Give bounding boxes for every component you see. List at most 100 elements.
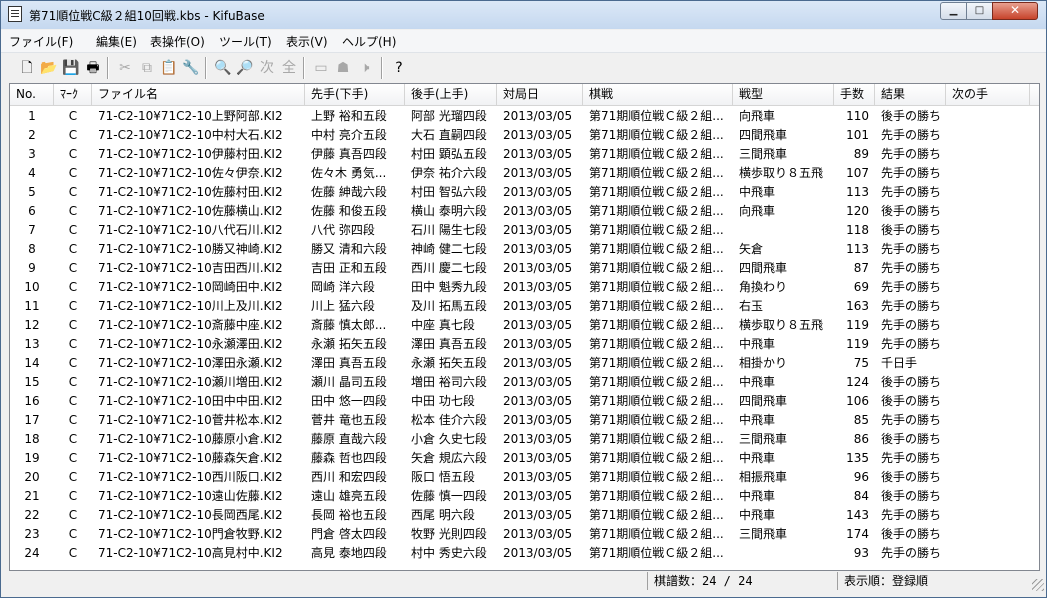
table-row[interactable]: 11 C 71-C2-10¥71C2-10川上及川.KI2 川上 猛六段 及川 拓馬五段… bbox=[10, 297, 1039, 316]
table-row[interactable]: 24 C 71-C2-10¥71C2-10高見村中.KI2 高見 泰地四段 村中 秀史六… bbox=[10, 544, 1039, 563]
copy-icon[interactable]: ⧉ bbox=[136, 57, 158, 79]
header-col-next-move[interactable]: 次の手 bbox=[946, 84, 1030, 105]
cell-mark: C bbox=[68, 356, 78, 370]
header-col-result[interactable]: 結果 bbox=[875, 84, 946, 105]
table-row[interactable]: 20 C 71-C2-10¥71C2-10西川阪口.KI2 西川 和宏四段 阪口 悟五段… bbox=[10, 468, 1039, 487]
save-icon[interactable]: 💾 bbox=[60, 57, 82, 79]
cell-sente: 澤田 真吾五段 bbox=[311, 356, 387, 370]
cell-moves: 85 bbox=[853, 413, 869, 427]
table-row[interactable]: 6 C 71-C2-10¥71C2-10佐藤横山.KI2 佐藤 和俊五段 横山 泰明六段… bbox=[10, 202, 1039, 221]
header-col-event[interactable]: 棋戦 bbox=[583, 84, 733, 105]
paste-icon[interactable]: 📋 bbox=[158, 57, 180, 79]
cell-sente: 門倉 啓太四段 bbox=[311, 527, 387, 541]
sound-icon[interactable]: 🕨 bbox=[354, 57, 376, 79]
cell-moves: 120 bbox=[846, 204, 869, 218]
menu-view[interactable]: 表示(V) bbox=[286, 33, 328, 50]
header-col-date[interactable]: 対局日 bbox=[497, 84, 583, 105]
table-row[interactable]: 18 C 71-C2-10¥71C2-10藤原小倉.KI2 藤原 直哉六段 小倉 久史七… bbox=[10, 430, 1039, 449]
open-folder-icon[interactable]: 📂 bbox=[38, 57, 60, 79]
cell-gote: 牧野 光則四段 bbox=[411, 527, 487, 541]
header-col-mark[interactable]: ﾏｰｸ bbox=[54, 84, 92, 105]
cut-icon[interactable]: ✂ bbox=[114, 57, 136, 79]
cell-mark: C bbox=[68, 432, 78, 446]
table-row[interactable]: 13 C 71-C2-10¥71C2-10永瀬澤田.KI2 永瀬 拓矢五段 澤田 真吾五… bbox=[10, 335, 1039, 354]
cell-strategy: 中飛車 bbox=[739, 337, 776, 351]
cell-moves: 96 bbox=[853, 470, 869, 484]
cell-sente: 佐々木 勇気... bbox=[311, 166, 387, 180]
find-next-icon[interactable]: 次 bbox=[256, 57, 278, 79]
table-row[interactable]: 19 C 71-C2-10¥71C2-10藤森矢倉.KI2 藤森 哲也四段 矢倉 規広六… bbox=[10, 449, 1039, 468]
cell-result: 先手の勝ち bbox=[881, 261, 942, 275]
cell-date: 2013/03/05 bbox=[503, 318, 573, 332]
menu-help[interactable]: ヘルプ(H) bbox=[342, 33, 396, 50]
cell-strategy: 中飛車 bbox=[739, 451, 776, 465]
cell-result: 先手の勝ち bbox=[881, 546, 942, 560]
cell-event: 第71期順位戦Ｃ級２組... bbox=[589, 470, 724, 484]
table-row[interactable]: 9 C 71-C2-10¥71C2-10吉田西川.KI2 吉田 正和五段 西川 慶二七段… bbox=[10, 259, 1039, 278]
cell-result: 後手の勝ち bbox=[881, 432, 942, 446]
cell-moves: 174 bbox=[846, 527, 869, 541]
menu-tools[interactable]: ツール(T) bbox=[219, 33, 272, 50]
table-row[interactable]: 21 C 71-C2-10¥71C2-10遠山佐藤.KI2 遠山 雄亮五段 佐藤 慎一四… bbox=[10, 487, 1039, 506]
cell-event: 第71期順位戦Ｃ級２組... bbox=[589, 318, 724, 332]
menu-file[interactable]: ファイル(F) bbox=[9, 33, 73, 50]
cell-mark: C bbox=[68, 299, 78, 313]
print-icon[interactable]: 🖶 bbox=[82, 57, 104, 79]
table-row[interactable]: 16 C 71-C2-10¥71C2-10田中中田.KI2 田中 悠一四段 中田 功七段… bbox=[10, 392, 1039, 411]
close-button[interactable]: ✕ bbox=[992, 2, 1038, 20]
table-row[interactable]: 17 C 71-C2-10¥71C2-10菅井松本.KI2 菅井 竜也五段 松本 佳介六… bbox=[10, 411, 1039, 430]
table-row[interactable]: 4 C 71-C2-10¥71C2-10佐々伊奈.KI2 佐々木 勇気... 伊奈 祐介… bbox=[10, 164, 1039, 183]
cell-no: 7 bbox=[28, 223, 36, 237]
table-row[interactable]: 2 C 71-C2-10¥71C2-10中村大石.KI2 中村 亮介五段 大石 直嗣四段… bbox=[10, 126, 1039, 145]
cell-event: 第71期順位戦Ｃ級２組... bbox=[589, 432, 724, 446]
new-file-icon[interactable]: 🗋 bbox=[16, 57, 38, 79]
cell-event: 第71期順位戦Ｃ級２組... bbox=[589, 451, 724, 465]
board-icon[interactable]: ▭ bbox=[310, 57, 332, 79]
table-row[interactable]: 7 C 71-C2-10¥71C2-10八代石川.KI2 八代 弥四段 石川 陽生七段 2… bbox=[10, 221, 1039, 240]
table-row[interactable]: 8 C 71-C2-10¥71C2-10勝又神崎.KI2 勝又 清和六段 神崎 健二七段… bbox=[10, 240, 1039, 259]
table-row[interactable]: 10 C 71-C2-10¥71C2-10岡崎田中.KI2 岡崎 洋六段 田中 魁秀九段… bbox=[10, 278, 1039, 297]
piece-icon[interactable]: ☗ bbox=[332, 57, 354, 79]
cell-result: 千日手 bbox=[881, 356, 918, 370]
select-all-icon[interactable]: 全 bbox=[278, 57, 300, 79]
cell-filename: 71-C2-10¥71C2-10西川阪口.KI2 bbox=[98, 470, 283, 484]
maximize-button[interactable]: □ bbox=[966, 2, 993, 20]
cell-gote: 村中 秀史六段 bbox=[411, 546, 487, 560]
minimize-button[interactable]: ▁ bbox=[940, 2, 967, 20]
title-bar[interactable]: 第71順位戦C級２組10回戦.kbs - KifuBase ▁ □ ✕ bbox=[1, 1, 1046, 29]
table-row[interactable]: 5 C 71-C2-10¥71C2-10佐藤村田.KI2 佐藤 紳哉六段 村田 智弘六段… bbox=[10, 183, 1039, 202]
table-row[interactable]: 15 C 71-C2-10¥71C2-10瀬川増田.KI2 瀬川 晶司五段 増田 裕司六… bbox=[10, 373, 1039, 392]
cell-gote: 中座 真七段 bbox=[411, 318, 475, 332]
header-col-gote[interactable]: 後手(上手) bbox=[405, 84, 497, 105]
record-list[interactable]: No. ﾏｰｸ ファイル名 先手(下手) 後手(上手) 対局日 棋戦 戦型 手数 結果 次の手 1 C… bbox=[9, 83, 1040, 571]
cell-moves: 89 bbox=[853, 147, 869, 161]
header-col-strategy[interactable]: 戦型 bbox=[733, 84, 834, 105]
cell-strategy: 三間飛車 bbox=[739, 147, 788, 161]
cell-result: 先手の勝ち bbox=[881, 128, 942, 142]
table-row[interactable]: 14 C 71-C2-10¥71C2-10澤田永瀬.KI2 澤田 真吾五段 永瀬 拓矢五… bbox=[10, 354, 1039, 373]
find-replace-icon[interactable]: 🔎 bbox=[234, 57, 256, 79]
cell-gote: 澤田 真吾五段 bbox=[411, 337, 487, 351]
cell-date: 2013/03/05 bbox=[503, 109, 573, 123]
properties-icon[interactable]: 🔧 bbox=[180, 57, 202, 79]
table-row[interactable]: 22 C 71-C2-10¥71C2-10長岡西尾.KI2 長岡 裕也五段 西尾 明六段… bbox=[10, 506, 1039, 525]
app-icon[interactable] bbox=[8, 6, 22, 22]
table-row[interactable]: 3 C 71-C2-10¥71C2-10伊藤村田.KI2 伊藤 真吾四段 村田 顕弘五段… bbox=[10, 145, 1039, 164]
table-row[interactable]: 1 C 71-C2-10¥71C2-10上野阿部.KI2 上野 裕和五段 阿部 光瑠四段… bbox=[10, 107, 1039, 126]
header-col-filename[interactable]: ファイル名 bbox=[92, 84, 305, 105]
cell-strategy: 中飛車 bbox=[739, 375, 776, 389]
find-icon[interactable]: 🔍 bbox=[212, 57, 234, 79]
menu-edit[interactable]: 編集(E) bbox=[96, 33, 137, 50]
resize-grip-icon[interactable] bbox=[1032, 579, 1044, 591]
header-col-no[interactable]: No. bbox=[10, 84, 54, 105]
table-row[interactable]: 12 C 71-C2-10¥71C2-10斎藤中座.KI2 斎藤 慎太郎... 中座 真… bbox=[10, 316, 1039, 335]
cell-event: 第71期順位戦Ｃ級２組... bbox=[589, 280, 724, 294]
kifubase-window: 第71順位戦C級２組10回戦.kbs - KifuBase ▁ □ ✕ ファイル… bbox=[0, 0, 1047, 598]
header-col-moves[interactable]: 手数 bbox=[834, 84, 875, 105]
table-row[interactable]: 23 C 71-C2-10¥71C2-10門倉牧野.KI2 門倉 啓太四段 牧野 光則四… bbox=[10, 525, 1039, 544]
header-col-sente[interactable]: 先手(下手) bbox=[305, 84, 405, 105]
cell-no: 16 bbox=[24, 394, 40, 408]
menu-table[interactable]: 表操作(O) bbox=[150, 33, 205, 50]
cell-no: 2 bbox=[28, 128, 36, 142]
help-icon[interactable]: ? bbox=[388, 57, 410, 79]
